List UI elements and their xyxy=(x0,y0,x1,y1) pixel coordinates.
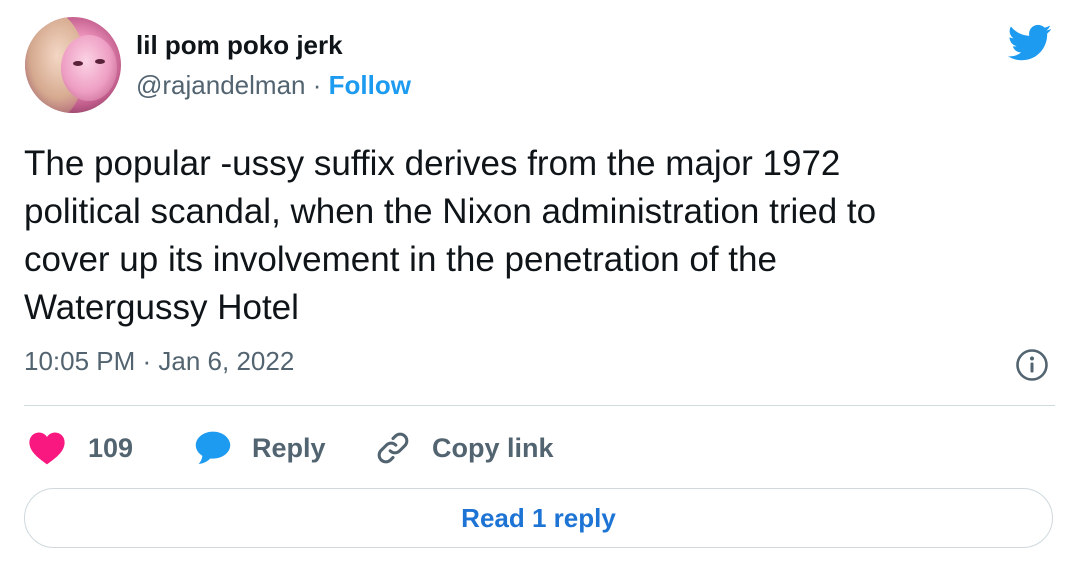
read-replies-label: Read 1 reply xyxy=(461,502,616,533)
heart-icon xyxy=(29,432,65,465)
twitter-bird-icon[interactable] xyxy=(1005,20,1055,64)
author-handle-row: @rajandelman · Follow xyxy=(136,70,411,101)
tweet-text-line: The popular -ussy suffix derives from th… xyxy=(24,144,841,183)
like-count: 109 xyxy=(88,432,134,463)
reply-label: Reply xyxy=(252,432,326,463)
avatar-face xyxy=(61,35,117,101)
copy-link-label: Copy link xyxy=(432,432,554,463)
tweet-text-line: cover up its involvement in the penetrat… xyxy=(24,240,777,279)
author-display-name[interactable]: lil pom poko jerk xyxy=(136,30,343,61)
tweet-text-line: Watergussy Hotel xyxy=(24,288,299,327)
info-icon[interactable] xyxy=(1015,348,1049,382)
read-replies-button[interactable]: Read 1 reply xyxy=(24,488,1053,548)
like-button[interactable]: 109 xyxy=(28,426,133,470)
speech-bubble-icon xyxy=(195,431,231,464)
author-handle[interactable]: @rajandelman xyxy=(136,70,305,100)
handle-separator: · xyxy=(312,70,322,100)
copy-link-button[interactable]: Copy link xyxy=(374,426,554,470)
tweet-timestamp[interactable]: 10:05 PM · Jan 6, 2022 xyxy=(24,346,294,377)
tweet-text-line: political scandal, when the Nixon admini… xyxy=(24,192,877,231)
link-icon xyxy=(377,432,409,464)
reply-button[interactable]: Reply xyxy=(194,426,326,470)
divider xyxy=(24,405,1055,406)
follow-button[interactable]: Follow xyxy=(329,70,411,100)
tweet-text: The popular -ussy suffix derives from th… xyxy=(24,140,1024,332)
avatar[interactable] xyxy=(25,17,121,113)
embedded-tweet: lil pom poko jerk @rajandelman · Follow … xyxy=(0,0,1080,574)
